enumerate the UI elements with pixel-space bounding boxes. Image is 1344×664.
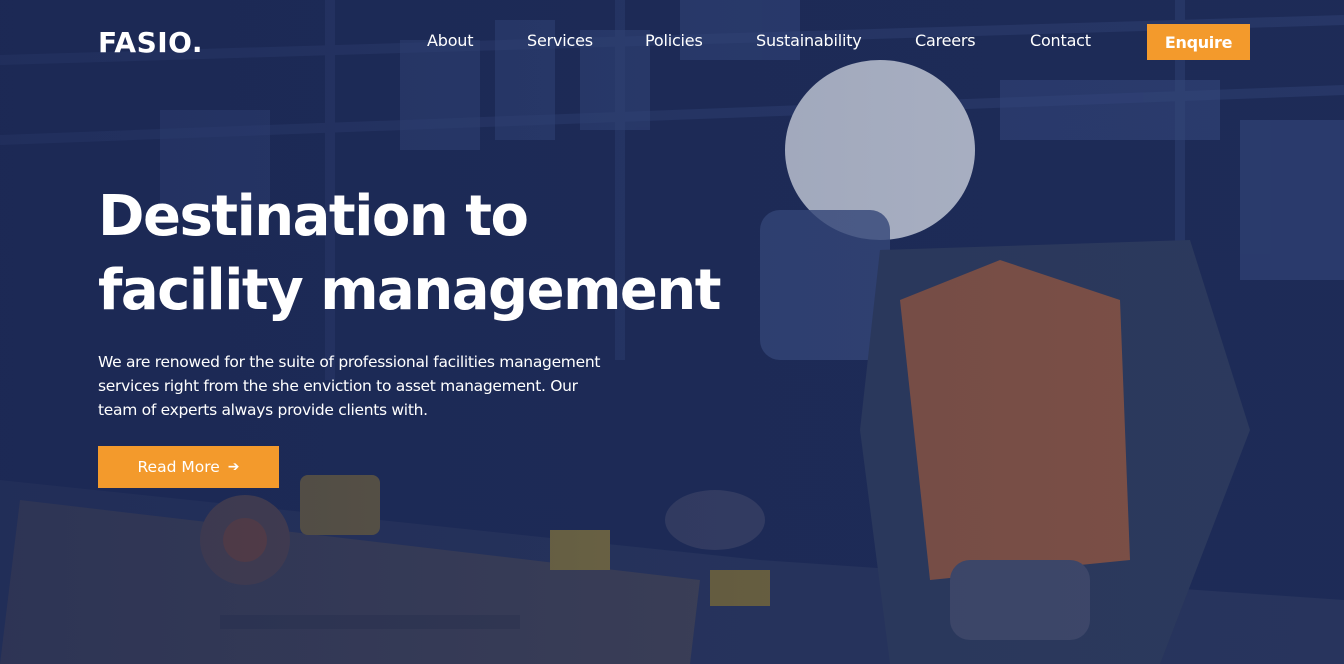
enquire-button[interactable]: Enquire — [1147, 24, 1250, 60]
hero-section: FASIO. About Services Policies Sustainab… — [0, 0, 1344, 664]
main-nav: About Services Policies Sustainability C… — [0, 31, 1344, 55]
headline-line-2: facility management — [98, 258, 722, 323]
hero-headline: Destination to facility management — [98, 180, 798, 328]
nav-link-about[interactable]: About — [427, 31, 474, 50]
hero-content: Destination to facility management We ar… — [98, 180, 798, 422]
site-header: FASIO. About Services Policies Sustainab… — [0, 0, 1344, 84]
read-more-button[interactable]: Read More ➔ — [98, 446, 279, 488]
nav-link-careers[interactable]: Careers — [915, 31, 976, 50]
nav-link-services[interactable]: Services — [527, 31, 593, 50]
headline-line-1: Destination to — [98, 184, 529, 249]
nav-link-sustainability[interactable]: Sustainability — [756, 31, 862, 50]
nav-link-policies[interactable]: Policies — [645, 31, 703, 50]
hero-description: We are renowed for the suite of professi… — [98, 353, 601, 419]
nav-link-contact[interactable]: Contact — [1030, 31, 1091, 50]
arrow-right-icon: ➔ — [227, 459, 240, 475]
read-more-label: Read More — [137, 458, 220, 476]
